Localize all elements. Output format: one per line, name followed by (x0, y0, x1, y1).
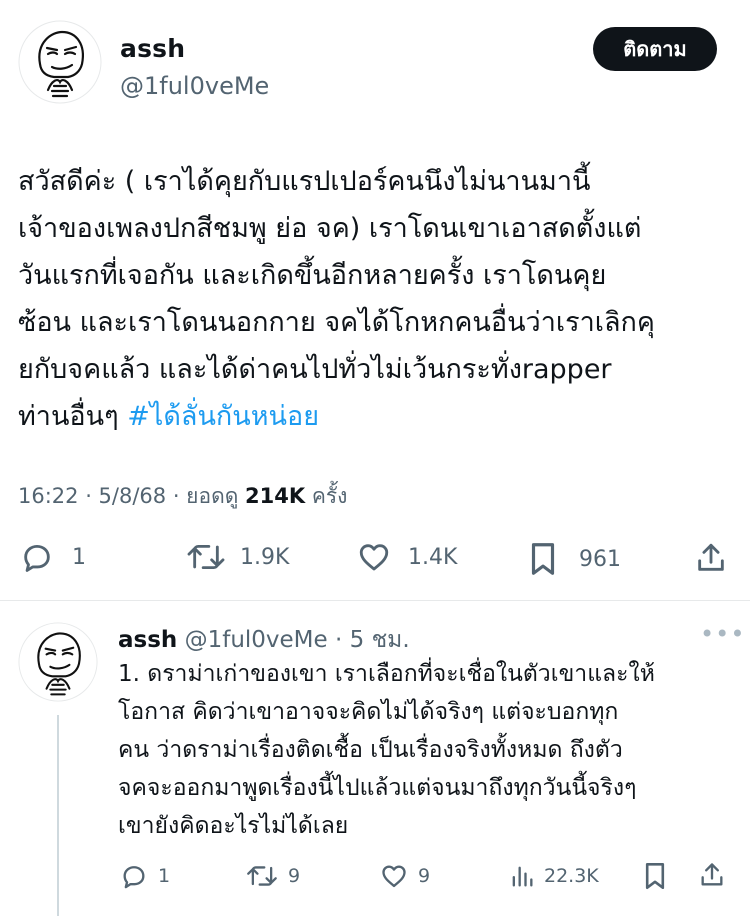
reply-count: 1 (72, 544, 86, 570)
timestamp[interactable]: 16:22 · 5/8/68 · ยอดดู (18, 484, 245, 508)
like-count: 1.4K (408, 544, 458, 570)
reply-text: 1. ดราม่าเก่าของเขา เราเลือกที่จะเชื่อใน… (118, 655, 738, 845)
reply-share-button[interactable] (698, 860, 726, 890)
reply-button[interactable]: 1 (20, 540, 86, 574)
reply-views-button[interactable]: 22.3K (508, 862, 599, 890)
speech-bubble-icon (24, 544, 50, 572)
author-handle[interactable]: @1ful0veMe (120, 72, 269, 100)
tweet-line-5: ยกับจคแล้ว และได้ด่าคนไปทั่วไม่เว้นกระทั… (18, 354, 612, 385)
reply-author-name[interactable]: assh (118, 627, 177, 653)
like-button[interactable]: 1.4K (356, 540, 457, 574)
reply-header: assh @1ful0veMe · 5 ชม. (118, 622, 410, 658)
reply-reply-button[interactable]: 1 (120, 862, 170, 890)
reply-view-count: 22.3K (544, 865, 599, 887)
tweet-meta: 16:22 · 5/8/68 · ยอดดู 214K ครั้ง (18, 480, 347, 513)
share-upload-icon (701, 863, 723, 886)
share-button[interactable] (694, 540, 728, 576)
follow-button[interactable]: ติดตาม (593, 27, 717, 71)
bookmark-icon (531, 543, 555, 575)
bookmark-icon (645, 863, 665, 889)
tweet-line-2: เจ้าของเพลงปกสีชมพู ย่อ จค) เราโดนเขาเอา… (18, 213, 642, 244)
repost-arrows-icon (187, 544, 225, 570)
tweet-line-4: ซ้อน และเราโดนนอกกาย จคได้โกหกคนอื่นว่าเ… (18, 307, 655, 338)
bookmark-count: 961 (579, 546, 621, 572)
bar-chart-icon (512, 866, 533, 887)
avatar[interactable] (18, 20, 102, 104)
reply-like-button[interactable]: 9 (380, 862, 430, 890)
more-options-icon[interactable]: ••• (700, 620, 745, 648)
reply-line-5: เขายังคิดอะไรไม่ได้เลย (118, 813, 349, 839)
view-suffix: ครั้ง (305, 484, 348, 508)
bookmark-button[interactable]: 961 (527, 540, 621, 578)
tweet-text: สวัสดีค่ะ ( เราได้คุยกับแรปเปอร์คนนึงไม่… (18, 158, 738, 440)
thread-line (57, 715, 59, 916)
reply-author-handle[interactable]: @1ful0veMe (185, 627, 328, 653)
reply-line-4: จคจะออกมาพูดเรื่องนี้ไปแล้วแต่จนมาถึงทุก… (118, 775, 637, 801)
smug-face-avatar-icon (18, 20, 102, 104)
heart-icon (359, 544, 389, 571)
speech-bubble-icon (123, 866, 145, 889)
reply-line-2: โอกาส คิดว่าเขาอาจจะคิดไม่ได้จริงๆ แต่จะ… (118, 699, 619, 725)
reply-avatar[interactable] (18, 622, 98, 702)
heart-icon (382, 865, 406, 888)
share-upload-icon (698, 543, 724, 571)
tweet-line-1: สวัสดีค่ะ ( เราได้คุยกับแรปเปอร์คนนึงไม่… (18, 166, 591, 197)
reply-bookmark-button[interactable] (642, 860, 668, 892)
reply-repost-count: 9 (288, 865, 301, 887)
reply-line-1: 1. ดราม่าเก่าของเขา เราเลือกที่จะเชื่อใน… (118, 661, 655, 687)
tweet-line-6: ท่านอื่นๆ (18, 401, 128, 432)
reply-reply-count: 1 (158, 865, 171, 887)
repost-arrows-icon (247, 866, 277, 886)
divider (0, 600, 750, 601)
smug-face-avatar-icon (18, 622, 98, 702)
reply-time[interactable]: · 5 ชม. (328, 627, 410, 653)
reply-like-count: 9 (418, 865, 431, 887)
repost-button[interactable]: 1.9K (186, 540, 289, 574)
reply-line-3: คน ว่าดราม่าเรื่องติดเชื้อ เป็นเรื่องจริ… (118, 737, 623, 763)
hashtag-link[interactable]: #ได้ลั่นกันหน่อย (127, 401, 319, 432)
tweet-line-3: วันแรกที่เจอกัน และเกิดขึ้นอีกหลายครั้ง … (18, 260, 607, 291)
reply-repost-button[interactable]: 9 (246, 862, 300, 890)
repost-count: 1.9K (240, 544, 290, 570)
author-name[interactable]: assh (120, 34, 185, 63)
view-count: 214K (245, 484, 306, 508)
